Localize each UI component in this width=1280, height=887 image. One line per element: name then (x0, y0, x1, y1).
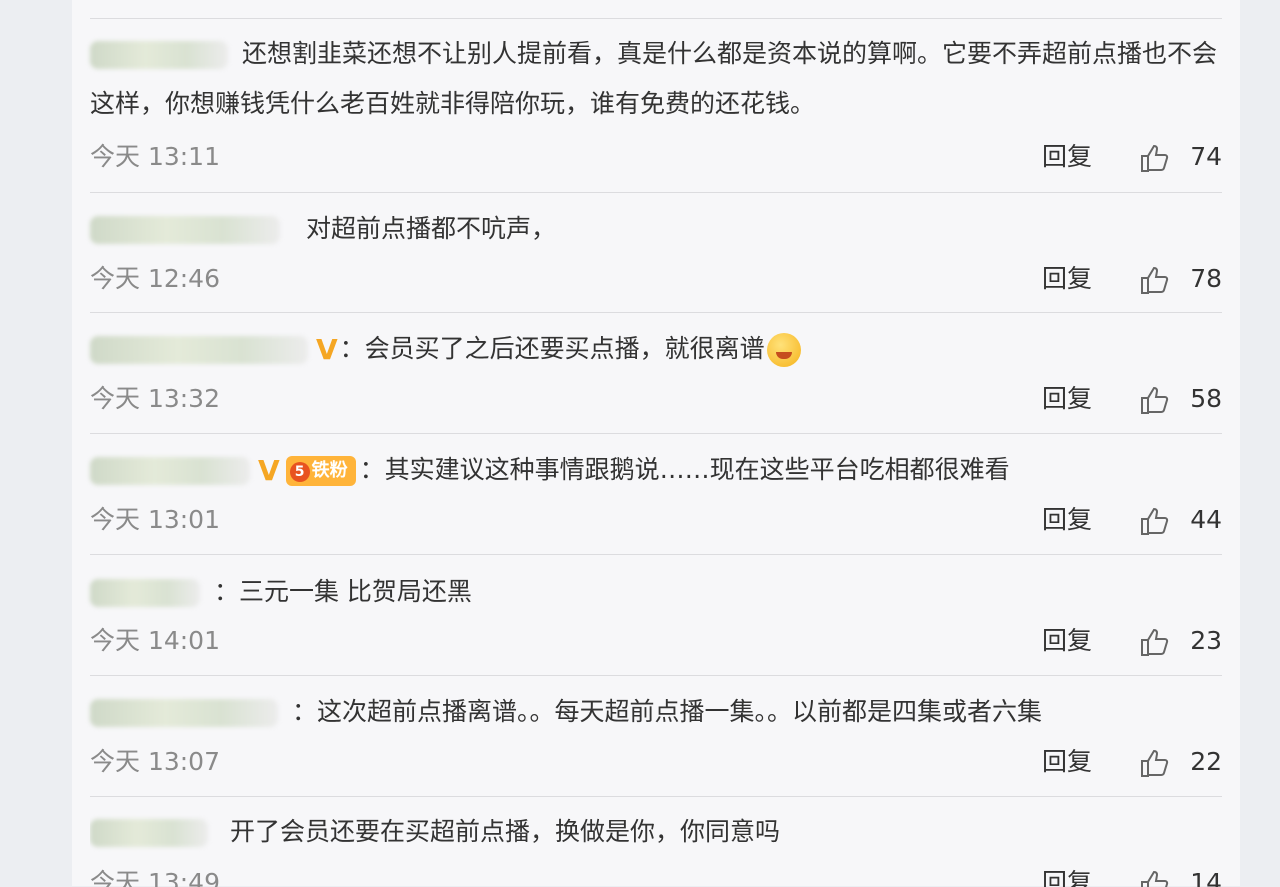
comment-item: 还想割韭菜还想不让别人提前看，真是什么都是资本说的算啊。它要不弄超前点播也不会这… (90, 18, 1222, 193)
comment-meta: 今天 12:46 回复 78 (90, 259, 1222, 299)
like-count: 22 (1190, 747, 1222, 776)
verified-v-icon: V (258, 454, 280, 487)
fan-badge-label: 铁粉 (311, 460, 348, 481)
fan-level: 5 (289, 462, 310, 482)
comment-text: ：会员买了之后还要买点播，就很离谱 (339, 334, 765, 363)
like-count: 78 (1190, 264, 1222, 293)
reply-button[interactable]: 回复 (1042, 379, 1092, 419)
reply-button[interactable]: 回复 (1042, 621, 1092, 661)
comment-text: 还想割韭菜还想不让别人提前看，真是什么都是资本说的算啊。它要不弄超前点播也不会这… (90, 39, 1217, 118)
reply-button[interactable]: 回复 (1042, 742, 1092, 782)
comment-meta: 今天 13:07 回复 22 (90, 742, 1222, 782)
comment-time: 今天 13:01 (90, 505, 220, 534)
thumbs-up-icon[interactable] (1138, 264, 1170, 296)
comment-time: 今天 13:11 (90, 142, 220, 171)
comment-item: 开了会员还要在买超前点播，换做是你，你同意吗 今天 13:49 回复 14 (90, 796, 1222, 887)
comment-meta: 今天 13:01 回复 44 (90, 500, 1222, 540)
username-blurred[interactable] (90, 216, 280, 244)
like-count: 23 (1190, 626, 1222, 655)
comment-item: ：三元一集 比贺局还黑 今天 14:01 回复 23 (90, 554, 1222, 675)
thumbs-up-icon[interactable] (1138, 626, 1170, 658)
thumbs-up-icon[interactable] (1138, 505, 1170, 537)
reply-button[interactable]: 回复 (1042, 259, 1092, 299)
comment-meta: 今天 13:32 回复 58 (90, 379, 1222, 419)
comment-text: ：三元一集 比贺局还黑 (213, 577, 472, 606)
reply-button[interactable]: 回复 (1042, 863, 1092, 887)
comment-time: 今天 14:01 (90, 626, 220, 655)
verified-v-icon: V (316, 333, 338, 366)
thumbs-up-icon[interactable] (1138, 868, 1170, 887)
comment-time: 今天 13:49 (90, 868, 220, 887)
username-blurred[interactable] (90, 41, 228, 69)
comment-text: 开了会员还要在买超前点播，换做是你，你同意吗 (229, 817, 780, 846)
username-blurred[interactable] (90, 579, 200, 607)
username-blurred[interactable] (90, 336, 308, 364)
comment-time: 今天 12:46 (90, 264, 220, 293)
thumbs-up-icon[interactable] (1138, 747, 1170, 779)
comment-meta: 今天 13:49 回复 14 (90, 863, 1222, 887)
like-count: 14 (1190, 868, 1222, 887)
reply-button[interactable]: 回复 (1042, 500, 1092, 540)
username-blurred[interactable] (90, 699, 278, 727)
username-blurred[interactable] (90, 819, 208, 847)
comment-item: ：这次超前点播离谱。。每天超前点播一集。。以前都是四集或者六集 今天 13:07… (90, 675, 1222, 796)
like-count: 58 (1190, 384, 1222, 413)
grinning-emoji-icon (766, 333, 801, 367)
comment-time: 今天 13:32 (90, 384, 220, 413)
comment-item: V：会员买了之后还要买点播，就很离谱 今天 13:32 回复 58 (90, 312, 1222, 434)
username-blurred[interactable] (90, 457, 250, 485)
comment-text: ：这次超前点播离谱。。每天超前点播一集。。以前都是四集或者六集 (291, 697, 1042, 726)
comment-item: 对超前点播都不吭声， 今天 12:46 回复 78 (90, 192, 1222, 313)
reply-button[interactable]: 回复 (1042, 137, 1092, 177)
comment-text: ：其实建议这种事情跟鹅说……现在这些平台吃相都很难看 (359, 455, 1010, 484)
thumbs-up-icon[interactable] (1138, 384, 1170, 416)
comment-text: 对超前点播都不吭声， (305, 214, 556, 243)
comment-time: 今天 13:07 (90, 747, 220, 776)
comment-meta: 今天 14:01 回复 23 (90, 621, 1222, 661)
fan-badge: 5 铁粉 (285, 456, 356, 486)
comment-meta: 今天 13:11 回复 74 (90, 137, 1222, 177)
thumbs-up-icon[interactable] (1138, 142, 1170, 174)
like-count: 44 (1190, 505, 1222, 534)
like-count: 74 (1190, 142, 1222, 171)
comment-item: V 5 铁粉 ：其实建议这种事情跟鹅说……现在这些平台吃相都很难看 今天 13:01 … (90, 433, 1222, 555)
